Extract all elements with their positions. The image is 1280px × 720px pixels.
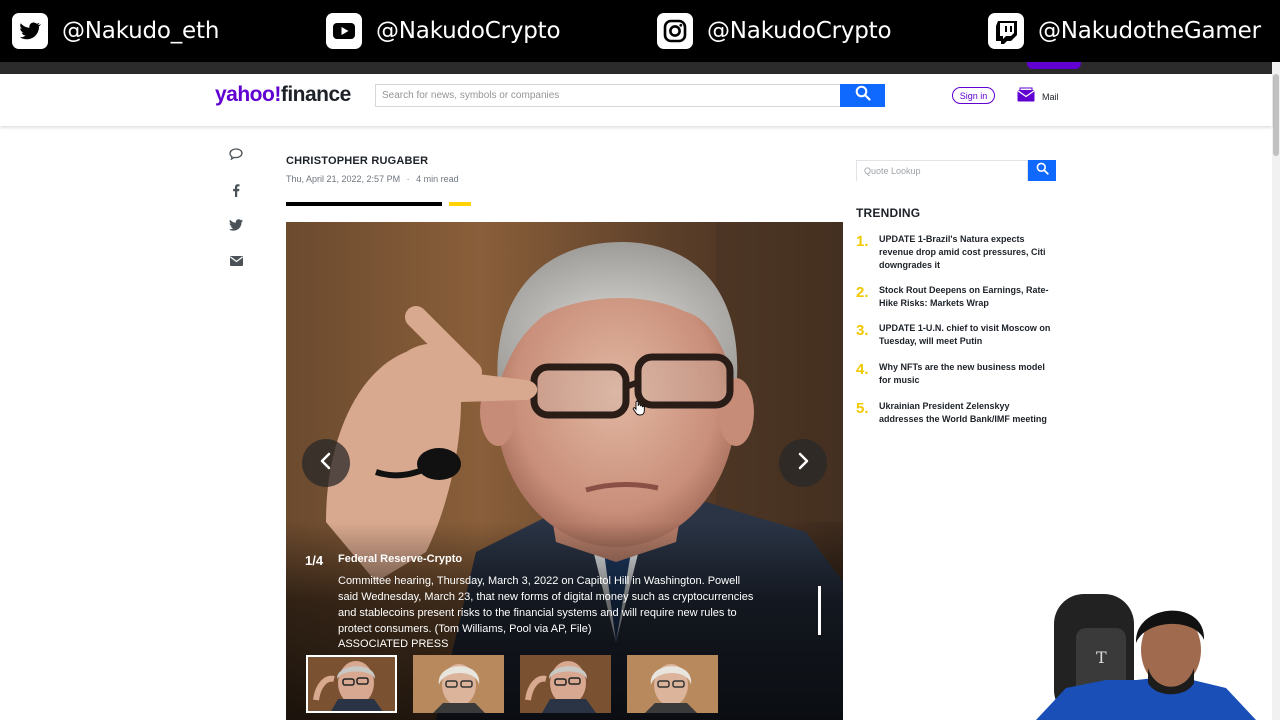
svg-text:T: T (1096, 648, 1107, 667)
site-header: yahoo!finance Sign in Mail (0, 74, 1272, 126)
trending-link[interactable]: UPDATE 1-Brazil's Natura expects revenue… (879, 233, 1055, 272)
yahoo-top-nav-strip (0, 62, 1280, 74)
trending-rank: 2. (856, 284, 869, 301)
slide-credit: ASSOCIATED PRESS (338, 638, 449, 650)
search-button[interactable] (840, 84, 885, 107)
search-icon (855, 85, 871, 106)
social-twitter: @Nakudo_eth (12, 13, 219, 49)
trending-link[interactable]: Stock Rout Deepens on Earnings, Rate-Hik… (879, 284, 1055, 310)
search-input[interactable] (376, 85, 840, 106)
chevron-right-icon (796, 452, 810, 475)
trending-item[interactable]: 4. Why NFTs are the new business model f… (856, 361, 1056, 387)
quote-lookup-button[interactable] (1028, 160, 1056, 181)
youtube-icon (326, 13, 362, 49)
twitch-icon (988, 13, 1024, 49)
article-date: Thu, April 21, 2022, 2:57 PM (286, 174, 401, 184)
social-twitch: @NakudotheGamer (988, 13, 1261, 49)
photo-slideshow[interactable]: 1/4 Federal Reserve-Crypto Committee hea… (286, 222, 843, 720)
search-field[interactable] (375, 84, 841, 107)
article-author[interactable]: CHRISTOPHER RUGABER (286, 155, 428, 167)
article-meta: Thu, April 21, 2022, 2:57 PM · 4 min rea… (286, 174, 459, 184)
quote-lookup-input[interactable] (857, 161, 1027, 181)
page-scrollbar[interactable] (1272, 62, 1280, 720)
slide-caption: Committee hearing, Thursday, March 3, 20… (338, 575, 754, 635)
slide-thumbnail[interactable] (413, 655, 504, 713)
caption-scroll-indicator[interactable] (818, 586, 821, 635)
next-slide-button[interactable] (779, 439, 827, 487)
article-read-time: 4 min read (416, 174, 459, 184)
trending-heading: TRENDING (856, 206, 921, 220)
signin-button[interactable]: Sign in (952, 87, 995, 104)
slide-thumbnail[interactable] (520, 655, 611, 713)
trending-item[interactable]: 3. UPDATE 1-U.N. chief to visit Moscow o… (856, 322, 1056, 348)
previous-slide-button[interactable] (302, 439, 350, 487)
trending-item[interactable]: 2. Stock Rout Deepens on Earnings, Rate-… (856, 284, 1056, 310)
trending-link[interactable]: Why NFTs are the new business model for … (879, 361, 1055, 387)
chevron-left-icon (319, 452, 333, 475)
facebook-icon[interactable] (226, 180, 246, 200)
social-handle: @NakudoCrypto (707, 18, 892, 44)
meta-separator: · (406, 174, 410, 184)
hand-cursor-icon (632, 400, 646, 421)
comment-icon[interactable] (226, 144, 246, 164)
trending-link[interactable]: UPDATE 1-U.N. chief to visit Moscow on T… (879, 322, 1055, 348)
trending-rank: 4. (856, 361, 869, 378)
slide-thumbnail[interactable] (627, 655, 718, 713)
mail-label: Mail (1042, 92, 1059, 102)
social-handle: @Nakudo_eth (62, 18, 220, 44)
trending-item[interactable]: 1. UPDATE 1-Brazil's Natura expects reve… (856, 233, 1056, 272)
yahoo-finance-logo[interactable]: yahoo!finance (215, 83, 351, 107)
upgrade-pill (1027, 62, 1081, 69)
social-handle: @NakudoCrypto (376, 18, 561, 44)
trending-rank: 5. (856, 400, 869, 417)
social-handle: @NakudotheGamer (1038, 18, 1261, 44)
mail-link[interactable]: Mail (1017, 87, 1059, 107)
twitter-icon (12, 13, 48, 49)
twitter-icon[interactable] (226, 215, 246, 235)
logo-secondary: finance (280, 83, 352, 106)
thumbnail-strip (306, 655, 734, 713)
streamer-webcam-overlay: T (1036, 588, 1272, 720)
logo-primary: yahoo! (215, 83, 281, 106)
trending-item[interactable]: 5. Ukrainian President Zelenskyy address… (856, 400, 1056, 426)
social-instagram: @NakudoCrypto (657, 13, 892, 49)
trending-rank: 3. (856, 322, 869, 339)
slide-thumbnail[interactable] (306, 655, 397, 713)
quote-lookup-field[interactable] (856, 160, 1028, 181)
slide-counter: 1/4 (305, 553, 324, 568)
reading-progress-track (286, 202, 442, 206)
trending-link[interactable]: Ukrainian President Zelenskyy addresses … (879, 400, 1055, 426)
email-icon[interactable] (226, 251, 246, 271)
search-icon (1036, 162, 1049, 180)
scrollbar-thumb[interactable] (1273, 74, 1279, 156)
stream-social-overlay: @Nakudo_eth @NakudoCrypto @NakudoCrypto … (0, 0, 1280, 62)
slide-title: Federal Reserve-Crypto (338, 553, 463, 565)
reading-progress-accent (449, 202, 471, 206)
mail-icon (1017, 87, 1035, 107)
instagram-icon (657, 13, 693, 49)
social-youtube: @NakudoCrypto (326, 13, 561, 49)
trending-rank: 1. (856, 233, 869, 250)
